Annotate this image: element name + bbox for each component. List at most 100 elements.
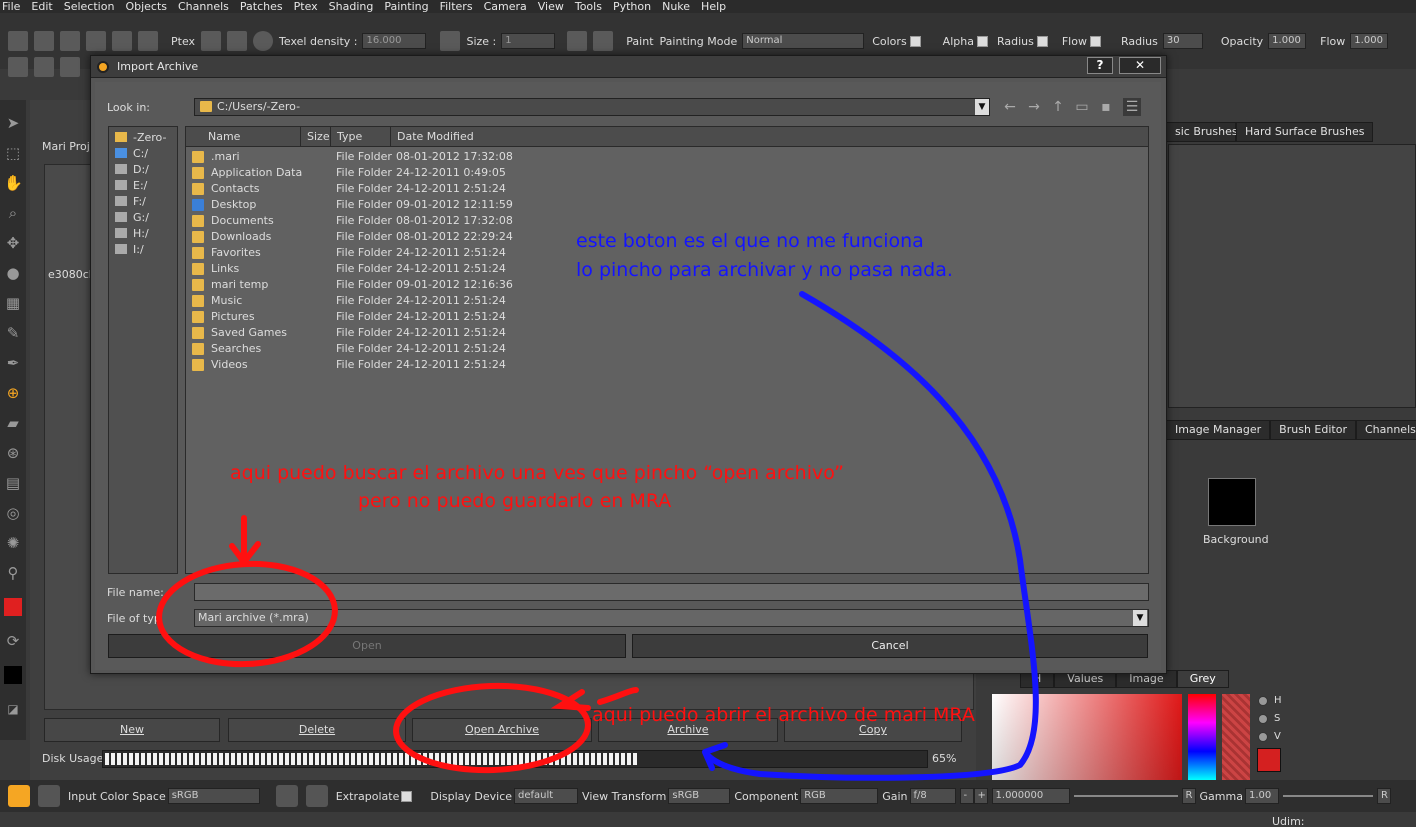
file-row[interactable]: Searches File Folder 24-12-2011 2:51:24 xyxy=(186,341,1148,357)
menu-filters[interactable]: Filters xyxy=(438,0,482,13)
camera-icon[interactable] xyxy=(34,57,54,77)
parent-folder-icon[interactable]: ↑ xyxy=(1049,98,1067,116)
list-view-icon[interactable]: ▪ xyxy=(1097,98,1115,116)
menu-shading[interactable]: Shading xyxy=(327,0,383,13)
look-in-combo[interactable]: C:/Users/-Zero- ▼ xyxy=(194,98,990,116)
radio-h[interactable] xyxy=(1258,696,1268,706)
file-row[interactable]: Contacts File Folder 24-12-2011 2:51:24 xyxy=(186,181,1148,197)
menu-edit[interactable]: Edit xyxy=(29,0,61,13)
radius-field[interactable]: 30 xyxy=(1162,33,1203,49)
ptex-icon[interactable] xyxy=(201,31,222,51)
gradient-icon[interactable]: ▤ xyxy=(4,474,22,492)
foreground-color-swatch[interactable] xyxy=(4,598,22,616)
open-button[interactable]: Open xyxy=(108,634,626,658)
chevron-down-icon[interactable]: ▼ xyxy=(975,99,989,115)
gamma-slider[interactable] xyxy=(1282,795,1373,797)
radius-checkbox[interactable] xyxy=(1036,35,1048,47)
menu-tools[interactable]: Tools xyxy=(573,0,611,13)
open-archive-button[interactable]: Open Archive xyxy=(412,718,592,742)
gain-fstop-field[interactable]: f/8 xyxy=(909,788,956,804)
hand-icon[interactable]: ✋ xyxy=(4,174,23,192)
ptex-grid-icon[interactable] xyxy=(227,31,248,51)
hue-slider[interactable] xyxy=(1188,694,1216,780)
flow-field[interactable]: 1.000 xyxy=(1350,33,1389,49)
current-color-swatch[interactable] xyxy=(1257,748,1281,772)
cancel-button[interactable]: Cancel xyxy=(632,634,1148,658)
file-type-combo[interactable]: Mari archive (*.mra) ▼ xyxy=(194,609,1149,627)
settings-gear-icon[interactable] xyxy=(38,785,60,807)
clone-icon[interactable]: ⊛ xyxy=(4,444,22,462)
new-project-button[interactable]: New xyxy=(44,718,220,742)
menu-channels[interactable]: Channels xyxy=(176,0,238,13)
brush-list-area[interactable] xyxy=(1168,144,1416,408)
background-color-swatch[interactable] xyxy=(4,666,22,684)
menu-objects[interactable]: Objects xyxy=(123,0,176,13)
close-button[interactable]: ✕ xyxy=(1119,57,1161,74)
menu-camera[interactable]: Camera xyxy=(482,0,536,13)
file-row[interactable]: Documents File Folder 08-01-2012 17:32:08 xyxy=(186,213,1148,229)
radio-v[interactable] xyxy=(1258,732,1268,742)
file-row[interactable]: Music File Folder 24-12-2011 2:51:24 xyxy=(186,293,1148,309)
lut-icon[interactable] xyxy=(275,785,298,807)
file-row[interactable]: .mari File Folder 08-01-2012 17:32:08 xyxy=(186,149,1148,165)
tab-hard-surface-brushes[interactable]: Hard Surface Brushes xyxy=(1236,122,1374,142)
column-size[interactable]: Size xyxy=(301,127,331,147)
column-type[interactable]: Type xyxy=(331,127,391,147)
place-d[interactable]: D:/ xyxy=(115,163,149,176)
menu-help[interactable]: Help xyxy=(699,0,735,13)
file-row[interactable]: Saved Games File Folder 24-12-2011 2:51:24 xyxy=(186,325,1148,341)
swap-colors-icon[interactable]: ⟳ xyxy=(4,632,22,650)
column-name[interactable]: Name xyxy=(186,127,301,147)
zoom-icon[interactable]: ⌕ xyxy=(4,204,22,222)
smear-icon[interactable]: ◎ xyxy=(4,504,22,522)
sparkle-icon[interactable]: ✺ xyxy=(4,534,22,552)
column-date-modified[interactable]: Date Modified xyxy=(391,127,1148,147)
menu-nuke[interactable]: Nuke xyxy=(660,0,699,13)
delete-project-button[interactable]: Delete xyxy=(228,718,406,742)
globe-icon[interactable] xyxy=(253,31,274,51)
tab-channels[interactable]: Channels xyxy=(1355,420,1416,440)
save-icon[interactable] xyxy=(60,31,80,51)
forward-arrow-icon[interactable]: → xyxy=(1025,98,1043,116)
tab-basic-brushes[interactable]: sic Brushes xyxy=(1166,122,1238,142)
file-row[interactable]: Videos File Folder 24-12-2011 2:51:24 xyxy=(186,357,1148,373)
paste-layer-icon[interactable] xyxy=(593,31,614,51)
brush-icon[interactable]: ✎ xyxy=(4,324,22,342)
mesh-icon[interactable]: ▦ xyxy=(4,294,22,312)
alpha-checkbox[interactable] xyxy=(976,35,988,47)
place-e[interactable]: E:/ xyxy=(115,179,147,192)
file-name-input[interactable] xyxy=(194,583,1149,601)
input-color-space-select[interactable]: sRGB xyxy=(167,788,260,804)
pin-icon[interactable]: ✒ xyxy=(4,354,22,372)
saturation-value-picker[interactable] xyxy=(992,694,1182,780)
gain-plus-button[interactable]: + xyxy=(973,788,988,804)
marquee-select-icon[interactable]: ⬚ xyxy=(4,144,22,162)
opacity-field[interactable]: 1.000 xyxy=(1268,33,1307,49)
menu-painting[interactable]: Painting xyxy=(382,0,437,13)
move-icon[interactable]: ✥ xyxy=(4,234,22,252)
gain-slider[interactable] xyxy=(1073,795,1178,797)
copy-layer-icon[interactable] xyxy=(567,31,588,51)
view-transform-select[interactable]: sRGB xyxy=(668,788,731,804)
eyedropper-icon[interactable]: ⚲ xyxy=(4,564,22,582)
dialog-titlebar[interactable]: Import Archive ? ✕ xyxy=(91,56,1166,78)
extrapolate-icon[interactable] xyxy=(305,785,328,807)
place-i[interactable]: I:/ xyxy=(115,243,144,256)
place-c[interactable]: C:/ xyxy=(115,147,148,160)
gamma-reset-button[interactable]: R xyxy=(1376,788,1391,804)
reset-colors-icon[interactable]: ◪ xyxy=(4,700,22,718)
new-file-icon[interactable] xyxy=(8,31,28,51)
display-device-select[interactable]: default xyxy=(514,788,579,804)
paint-through-icon[interactable]: ⊕ xyxy=(4,384,22,402)
gamma-field[interactable]: 1.00 xyxy=(1244,788,1279,804)
place-g[interactable]: G:/ xyxy=(115,211,149,224)
menu-ptex[interactable]: Ptex xyxy=(292,0,327,13)
colors-checkbox[interactable] xyxy=(909,35,921,47)
drop-icon[interactable]: ● xyxy=(4,264,22,282)
tab-brush-editor[interactable]: Brush Editor xyxy=(1270,420,1356,440)
size-field[interactable]: 1 xyxy=(501,33,556,49)
menu-python[interactable]: Python xyxy=(611,0,660,13)
file-row[interactable]: Application Data File Folder 24-12-2011 0:… xyxy=(186,165,1148,181)
help-button[interactable]: ? xyxy=(1087,57,1113,74)
cube-icon[interactable] xyxy=(8,57,28,77)
